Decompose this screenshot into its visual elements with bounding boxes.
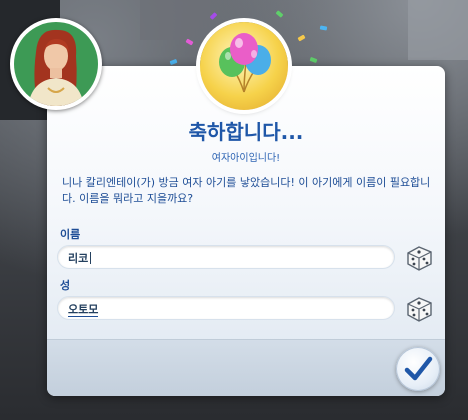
dialog-subtitle: 여자아이입니다! — [211, 153, 281, 164]
dialog-footer — [47, 339, 445, 396]
randomize-first-name-button[interactable] — [404, 243, 434, 273]
first-name-value: 리코 — [68, 252, 89, 265]
sim-portrait-icon — [14, 22, 98, 106]
balloons-badge — [200, 22, 288, 110]
background-window — [408, 0, 468, 60]
dialog-message: 니나 칼리엔테이(가) 방금 여자 아기를 낳았습니다! 이 아기에게 이름이 … — [62, 176, 431, 205]
balloons-icon — [219, 33, 271, 93]
checkmark-icon — [404, 356, 433, 381]
first-name-input[interactable]: 리코 — [57, 245, 395, 269]
dice-icon — [407, 297, 432, 322]
last-name-value: 오토모 — [68, 303, 99, 317]
first-name-label: 이름 — [60, 228, 81, 241]
confirm-button[interactable] — [396, 347, 440, 391]
last-name-input[interactable]: 오토모 — [57, 296, 395, 320]
sim-avatar — [10, 18, 102, 110]
randomize-last-name-button[interactable] — [404, 294, 434, 324]
dialog-title: 축하합니다... — [188, 120, 304, 144]
dice-icon — [407, 246, 432, 271]
text-caret — [90, 252, 92, 264]
last-name-label: 성 — [60, 279, 71, 292]
